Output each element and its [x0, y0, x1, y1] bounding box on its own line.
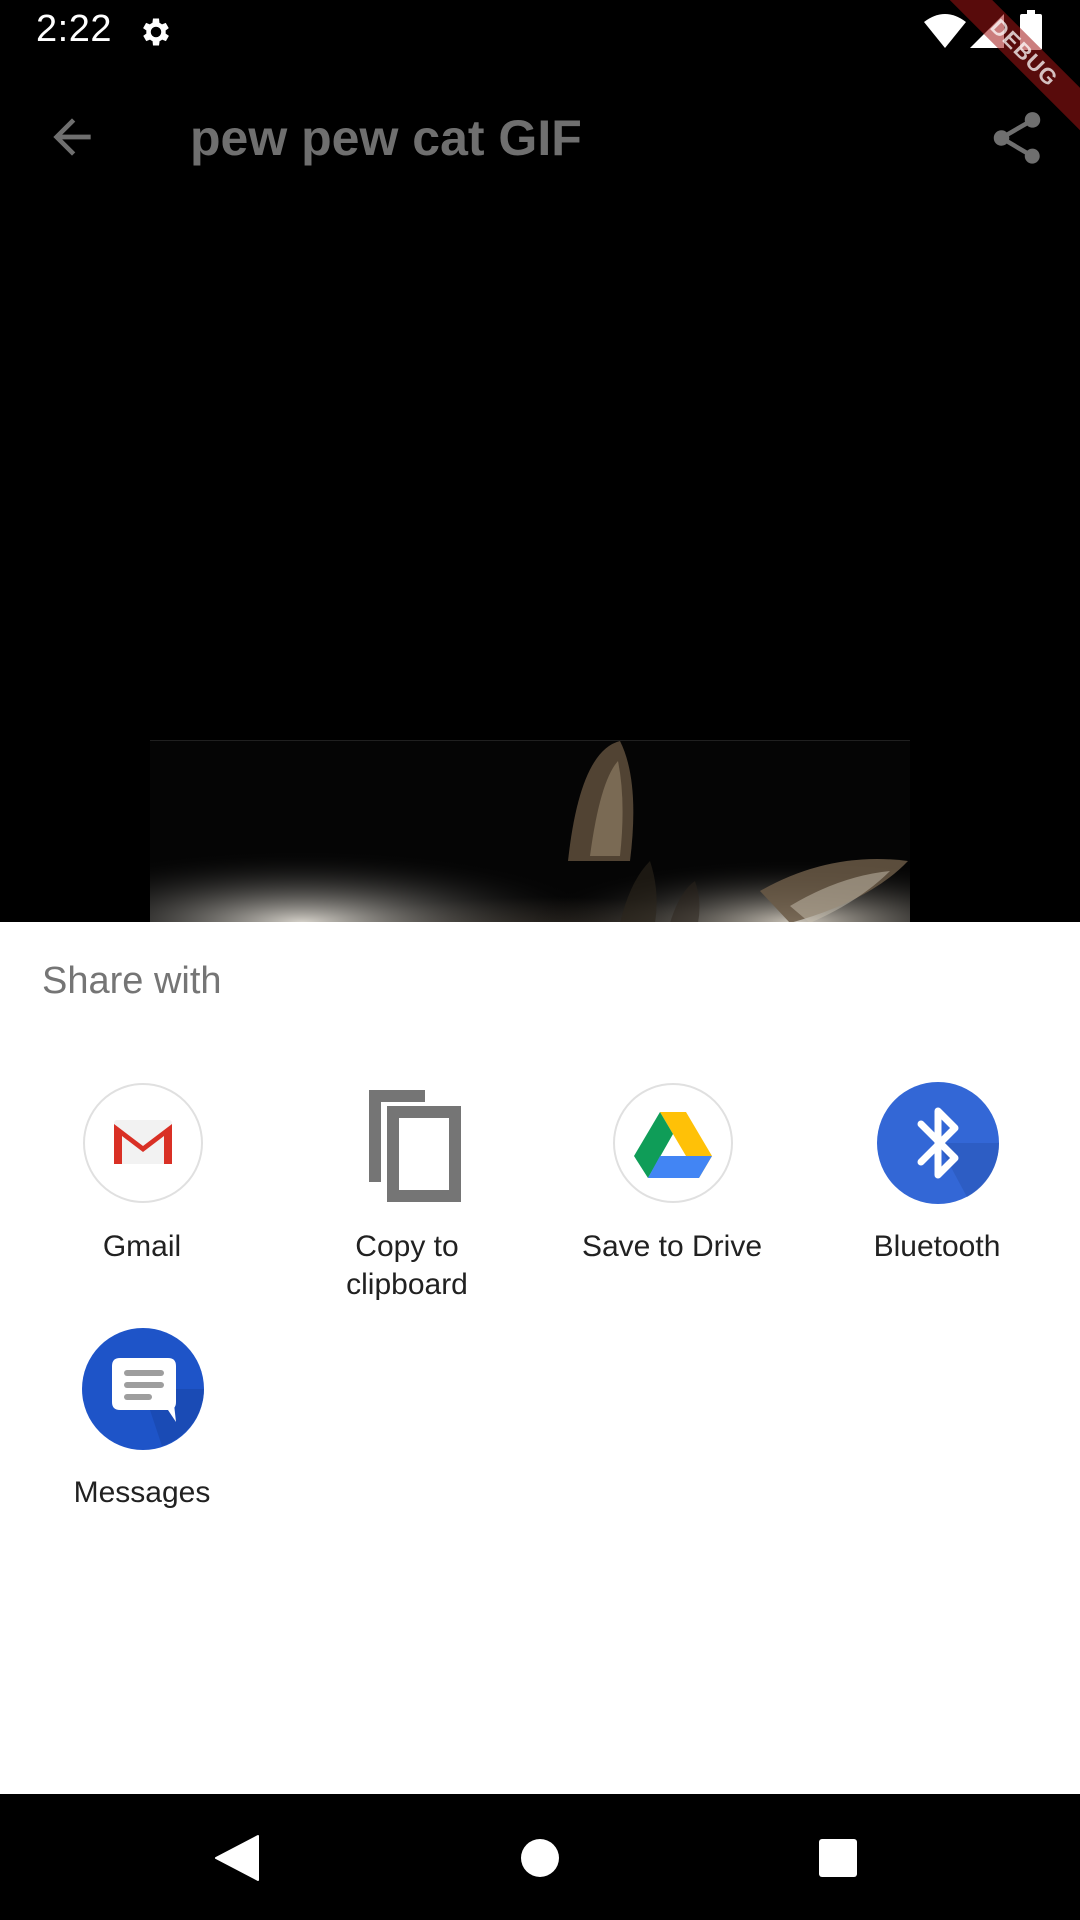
share-target-label: Messages: [73, 1476, 211, 1509]
screen: 2:22 DEBUG pew pew cat GIF Share with Gm…: [0, 0, 1080, 1920]
copy-icon: [369, 1090, 461, 1202]
share-target-label: Copy to clipboard: [346, 1230, 468, 1301]
nav-back-icon[interactable]: [214, 1834, 260, 1882]
nav-recents-icon[interactable]: [818, 1838, 858, 1878]
share-sheet-title: Share with: [42, 960, 222, 1002]
share-target-label: Save to Drive: [581, 1230, 763, 1263]
share-target-label: Gmail: [102, 1230, 182, 1263]
nav-bar: [0, 1794, 1080, 1920]
bluetooth-icon: [877, 1082, 999, 1204]
arrow-back-icon[interactable]: [44, 109, 100, 165]
app-bar: pew pew cat GIF: [0, 63, 1080, 210]
share-sheet: Share with Gmail Copy to clipboard Save …: [0, 922, 1080, 1794]
wifi-icon: [924, 14, 966, 48]
share-icon[interactable]: [986, 107, 1048, 169]
messages-icon: [82, 1328, 204, 1450]
share-target-label: Bluetooth: [873, 1230, 1001, 1263]
drive-icon: [613, 1083, 733, 1203]
status-time: 2:22: [36, 8, 112, 50]
gif-preview[interactable]: [150, 740, 910, 923]
nav-home-icon[interactable]: [520, 1838, 560, 1878]
gear-icon: [143, 18, 169, 46]
status-bar: 2:22 DEBUG: [0, 0, 1080, 149]
app-title: pew pew cat GIF: [190, 110, 582, 166]
cat-gif-image: [150, 741, 910, 923]
gmail-icon: [83, 1083, 203, 1203]
